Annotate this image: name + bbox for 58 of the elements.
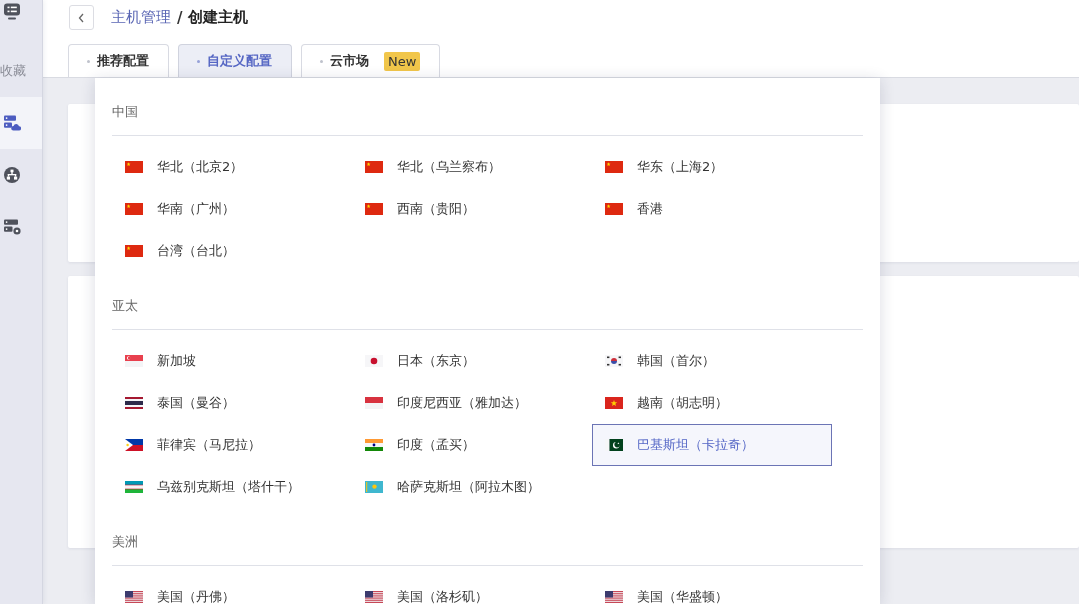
group-heading: 美洲 [112,534,138,549]
region-option[interactable]: 印度尼西亚（雅加达） [352,382,592,424]
flag-icon [125,481,143,493]
group-heading: 中国 [112,104,138,119]
tab[interactable]: 推荐配置 [68,44,169,77]
region-option[interactable]: 韩国（首尔） [592,340,832,382]
flag-icon [365,355,383,367]
region-option[interactable]: 哈萨克斯坦（阿拉木图） [352,466,592,508]
region-option[interactable]: 印度（孟买） [352,424,592,466]
region-option[interactable]: 巴基斯坦（卡拉奇） [592,424,832,466]
region-option[interactable]: 华北（乌兰察布） [352,146,592,188]
flag-icon [605,161,623,173]
flag-icon [605,397,623,409]
dot-icon [197,59,200,63]
sidebar-item[interactable] [0,97,42,149]
monitor-icon [3,3,21,21]
page-title: 创建主机 [188,8,249,27]
server-gear-icon [3,218,21,236]
tab[interactable]: 云市场 New [301,44,441,77]
dot-icon [87,59,90,63]
tab[interactable]: 自定义配置 [178,44,292,77]
flag-icon [125,355,143,367]
flag-icon [605,203,623,215]
flag-icon [125,439,143,451]
flag-icon [365,161,383,173]
region-option[interactable]: 台湾（台北） [112,230,352,272]
region-option[interactable]: 新加坡 [112,340,352,382]
dot-icon [320,59,323,63]
region-option[interactable]: 华东（上海2） [592,146,832,188]
flag-icon [365,481,383,493]
new-badge: New [384,51,421,71]
region-option[interactable]: 西南（贵阳） [352,188,592,230]
flag-icon [125,203,143,215]
region-option[interactable]: 日本（东京） [352,340,592,382]
flag-icon [605,355,623,367]
server-cloud-icon [3,114,21,132]
flag-icon [365,397,383,409]
region-option[interactable]: 香港 [592,188,832,230]
region-option[interactable]: 泰国（曼谷） [112,382,352,424]
flag-icon [125,161,143,173]
network-icon [3,166,21,184]
flag-icon [365,203,383,215]
region-option[interactable]: 美国（丹佛） [112,576,352,604]
region-option[interactable]: 乌兹别克斯坦（塔什干） [112,466,352,508]
region-option[interactable]: 菲律宾（马尼拉） [112,424,352,466]
region-option[interactable]: 华南（广州） [112,188,352,230]
flag-icon [125,245,143,257]
region-option[interactable]: 美国（华盛顿） [592,576,832,604]
flag-icon [365,439,383,451]
region-option[interactable]: 华北（北京2） [112,146,352,188]
chevron-left-icon [78,12,85,23]
flag-icon [125,397,143,409]
breadcrumb-link[interactable]: 主机管理 [111,8,171,27]
region-option[interactable]: 越南（胡志明） [592,382,832,424]
breadcrumb-separator: / [177,8,183,27]
region-option[interactable]: 美国（洛杉矶） [352,576,592,604]
group-heading: 亚太 [112,298,138,313]
back-button[interactable] [69,5,94,30]
